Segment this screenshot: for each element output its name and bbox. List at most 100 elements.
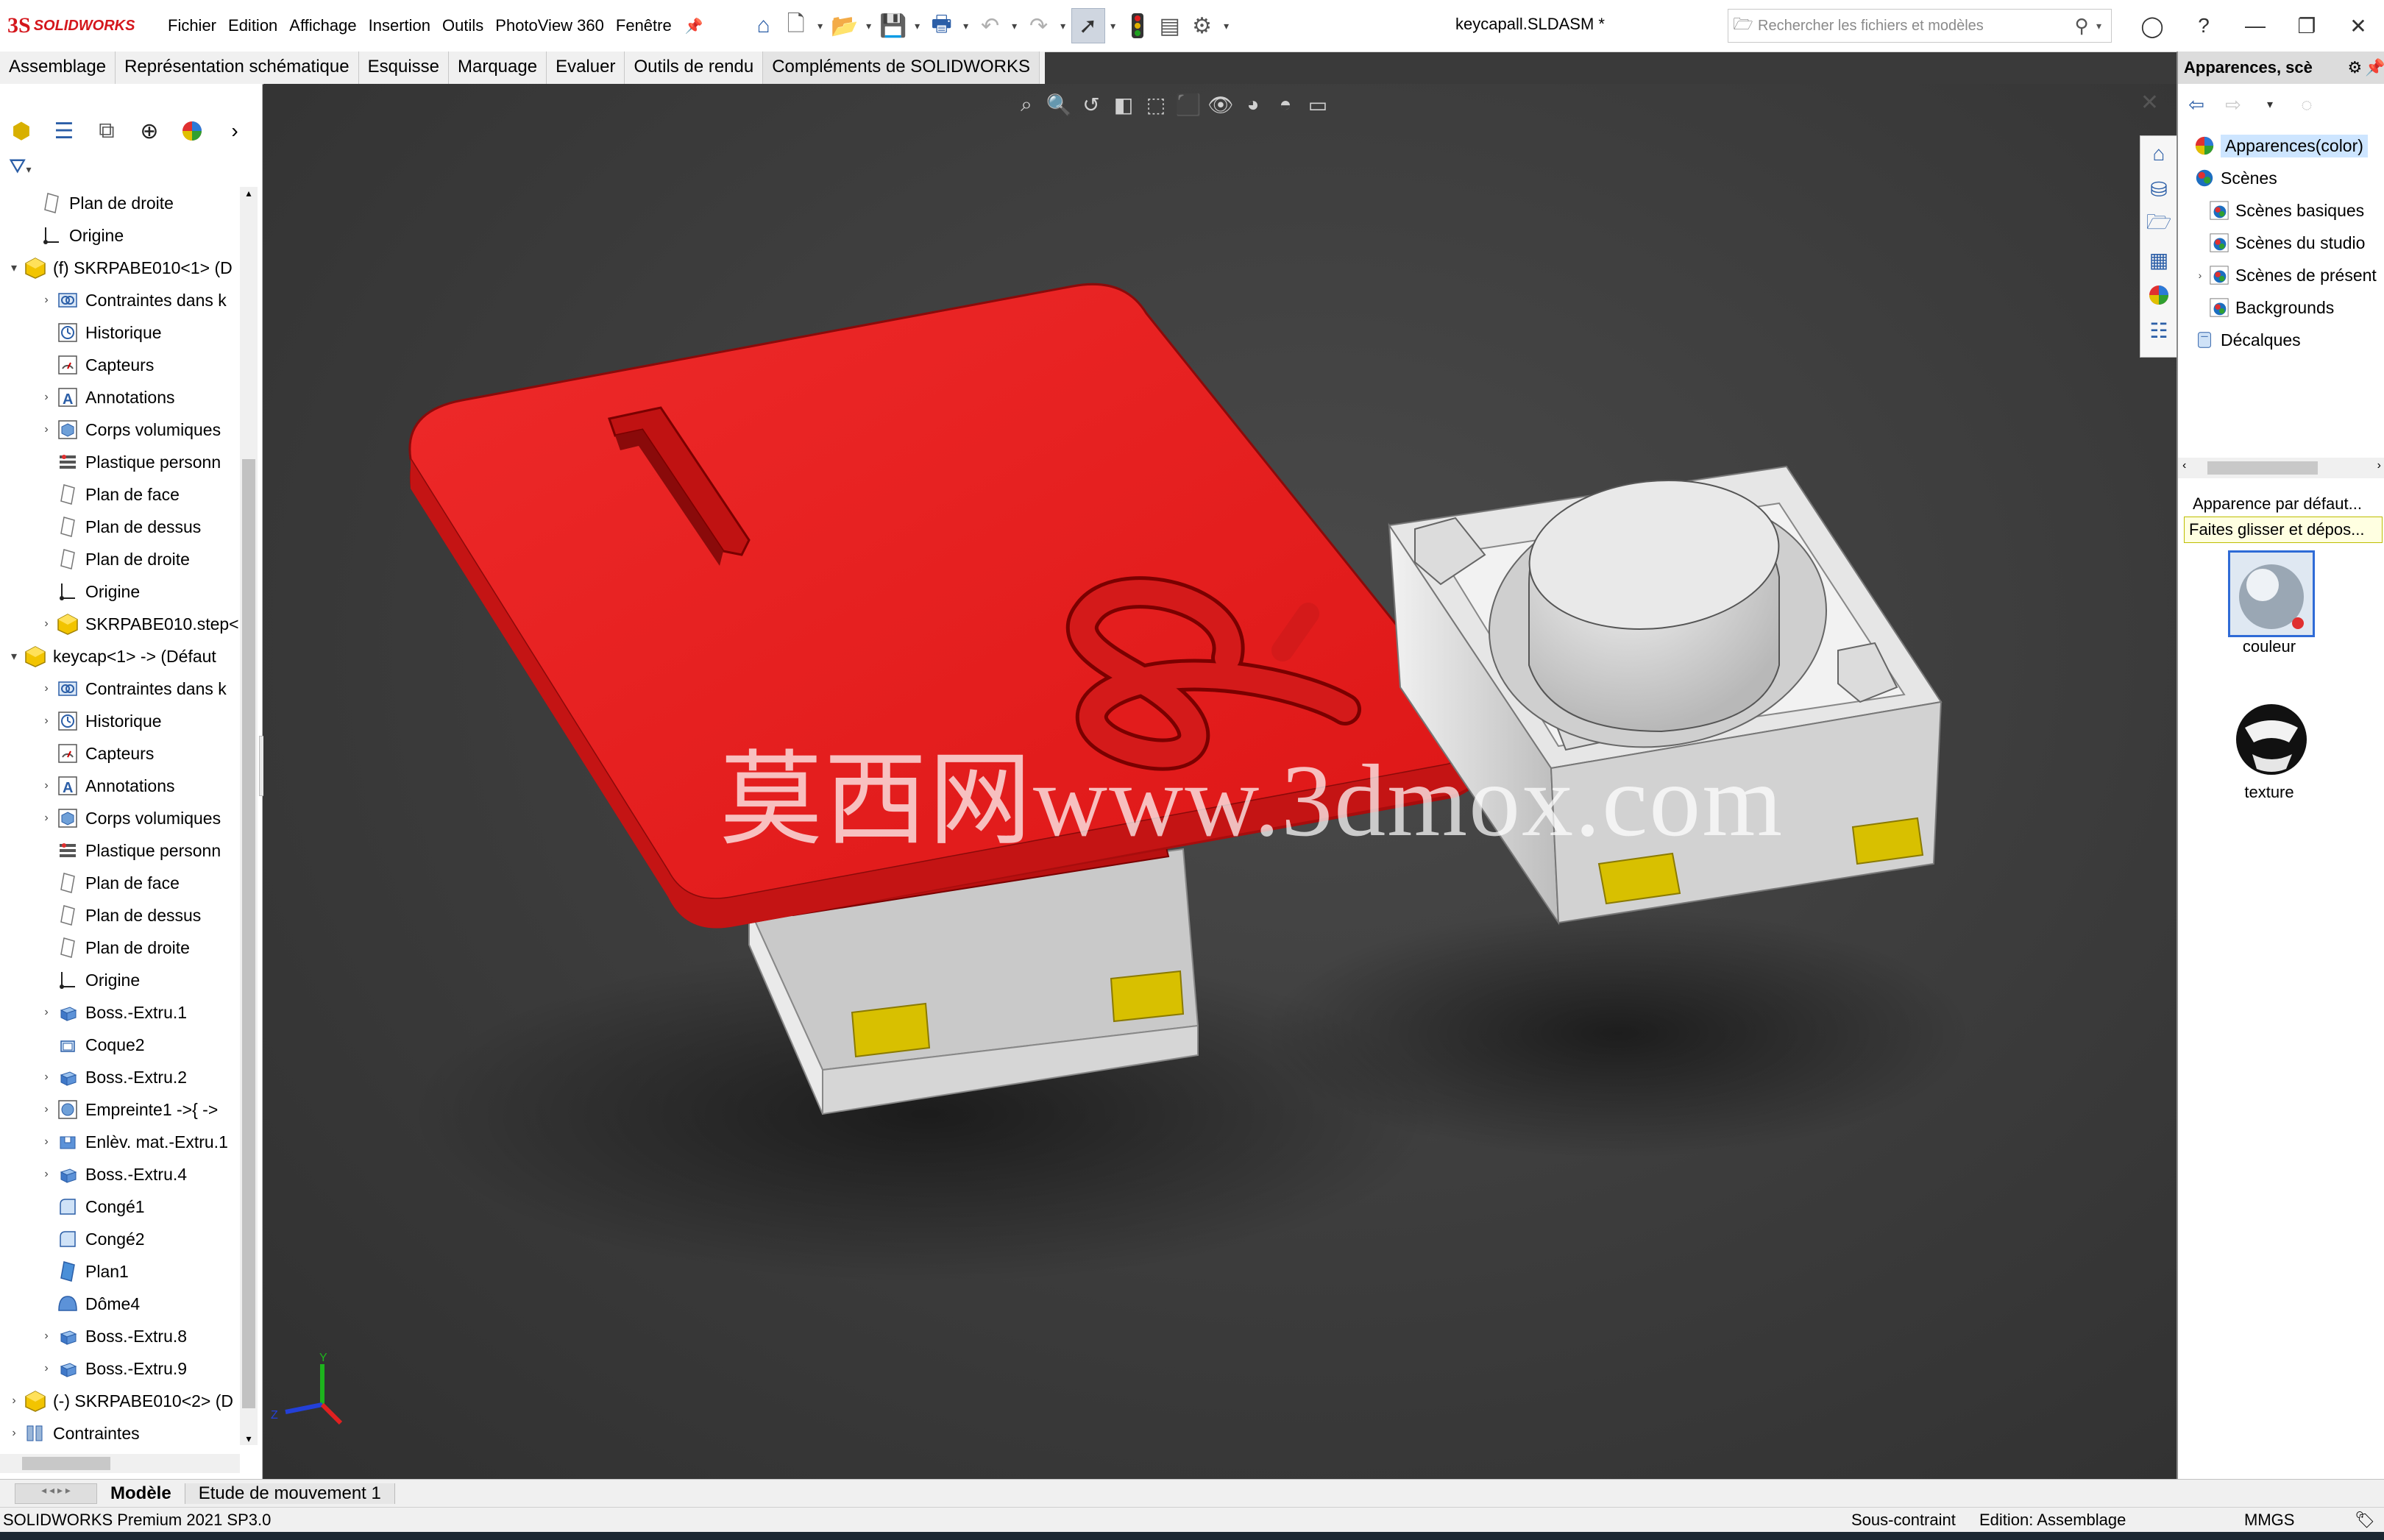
menu-fichier[interactable]: Fichier [162, 16, 222, 35]
open-dropdown-icon[interactable]: ▾ [861, 9, 877, 43]
more-tabs-chevron-icon[interactable]: › [213, 113, 256, 149]
display-style-icon[interactable]: ⬛ [1172, 88, 1205, 121]
tree-node[interactable]: ▾ (f) SKRPABE010<1> (D [0, 252, 240, 284]
tree-vertical-scrollbar[interactable]: ▴ ▾ [240, 187, 258, 1445]
hscroll-right-icon[interactable]: › [2377, 459, 2381, 472]
tree-horizontal-scrollbar[interactable] [0, 1454, 240, 1473]
menu-insertion[interactable]: Insertion [363, 16, 436, 35]
tree-node[interactable]: Plan de dessus [0, 899, 240, 932]
hscroll-left-icon[interactable]: ‹ [2182, 459, 2186, 472]
tree-expand-toggle-icon[interactable]: › [38, 714, 54, 728]
appearances-hscroll-thumb[interactable] [2207, 461, 2318, 475]
tab-marquage[interactable]: Marquage [449, 52, 547, 84]
tree-node[interactable]: › Boss.-Extru.4 [0, 1158, 240, 1191]
tree-node[interactable]: Coque2 [0, 1029, 240, 1061]
zoom-area-icon[interactable]: 🔍 [1043, 88, 1075, 121]
search-input[interactable]: Rechercher les fichiers et modèles [1758, 18, 2067, 35]
undo-dropdown-icon[interactable]: ▾ [1007, 9, 1023, 43]
menu-affichage[interactable]: Affichage [283, 16, 362, 35]
menu-edition[interactable]: Edition [222, 16, 283, 35]
menu-outils[interactable]: Outils [436, 16, 489, 35]
tree-expand-toggle-icon[interactable]: ▾ [6, 649, 22, 664]
tree-node[interactable]: Origine [0, 219, 240, 252]
tree-node[interactable]: › A Annotations [0, 381, 240, 414]
undo-icon[interactable]: ↶ [974, 9, 1007, 43]
file-properties-icon[interactable]: ▤ [1154, 9, 1186, 43]
tree-expand-toggle-icon[interactable]: › [38, 391, 54, 404]
tree-expand-toggle-icon[interactable]: › [38, 779, 54, 792]
tree-node[interactable]: › Corps volumiques [0, 802, 240, 834]
redo-dropdown-icon[interactable]: ▾ [1055, 9, 1071, 43]
hide-show-items-icon[interactable]: 👁 [1205, 88, 1237, 121]
task-pane-pin-icon[interactable]: 📌 [2365, 58, 2384, 77]
tree-node[interactable]: › SKRPABE010.step< [0, 608, 240, 640]
forward-arrow-icon[interactable]: ⇨ [2215, 93, 2252, 116]
view-orientation-icon[interactable]: ⬚ [1140, 88, 1172, 121]
tree-node[interactable]: Plan de dessus [0, 511, 240, 543]
tree-expand-toggle-icon[interactable]: › [38, 1135, 54, 1149]
open-icon[interactable]: 📂 [829, 9, 861, 43]
tree-expand-toggle-icon[interactable]: › [38, 1168, 54, 1181]
tree-expand-toggle-icon[interactable]: › [38, 812, 54, 825]
tab-assemblage[interactable]: Assemblage [0, 52, 116, 84]
tree-node[interactable]: › A Annotations [0, 770, 240, 802]
menu-photoview[interactable]: PhotoView 360 [489, 16, 610, 35]
apply-scene-icon[interactable]: ◓ [1269, 88, 1302, 121]
tab-outils-de-rendu[interactable]: Outils de rendu [625, 52, 764, 84]
appearance-tree-node[interactable]: Scènes basiques [2178, 194, 2384, 227]
custom-properties-icon[interactable]: ☷ [2140, 313, 2177, 348]
select-dropdown-icon[interactable]: ▾ [1105, 9, 1121, 43]
tree-node[interactable]: Plan de droite [0, 187, 240, 219]
tree-expand-toggle-icon[interactable]: › [38, 294, 54, 307]
tab-representation-schematique[interactable]: Représentation schématique [116, 52, 359, 84]
tree-node[interactable]: › Empreinte1 ->{ -> [0, 1093, 240, 1126]
tree-expand-toggle-icon[interactable]: › [38, 1362, 54, 1375]
appearances-icon[interactable] [2140, 277, 2177, 313]
tree-node[interactable]: Plan1 [0, 1255, 240, 1288]
home-icon[interactable]: ⌂ [748, 9, 780, 43]
section-view-icon[interactable]: ◧ [1107, 88, 1140, 121]
tree-node[interactable]: Congé1 [0, 1191, 240, 1223]
new-document-icon[interactable]: 🗋 [780, 9, 812, 43]
tree-node[interactable]: Plan de face [0, 867, 240, 899]
tree-node[interactable]: Dôme4 [0, 1288, 240, 1320]
tree-node[interactable]: › Historique [0, 705, 240, 737]
tree-node[interactable]: Plastique personn [0, 446, 240, 478]
new-dropdown-icon[interactable]: ▾ [812, 9, 829, 43]
tree-node[interactable]: Plastique personn [0, 834, 240, 867]
view-settings-icon[interactable]: ▭ [1302, 88, 1334, 121]
tree-node[interactable]: › Contraintes [0, 1417, 240, 1449]
refresh-icon[interactable]: ◌ [2288, 93, 2325, 116]
tree-node[interactable]: Congé2 [0, 1223, 240, 1255]
featuremanager-tab-icon[interactable]: ⬢ [0, 113, 43, 149]
tree-expand-toggle-icon[interactable]: › [38, 1330, 54, 1343]
user-account-icon[interactable]: ◯ [2126, 14, 2178, 38]
rebuild-traffic-light-icon[interactable] [1121, 9, 1154, 43]
tree-node[interactable]: › Contraintes dans k [0, 673, 240, 705]
filter-icon[interactable]: ⛛▾ [9, 155, 32, 179]
tree-expand-toggle-icon[interactable]: ▾ [6, 260, 22, 275]
nav-dropdown-icon[interactable]: ▾ [2252, 97, 2288, 112]
search-dropdown-icon[interactable]: ▾ [2096, 20, 2111, 32]
view-palette-icon[interactable]: ▦ [2140, 242, 2177, 277]
search-icon[interactable]: ⚲ [2067, 15, 2096, 38]
file-explorer-icon[interactable]: 🗁 [2140, 207, 2177, 242]
configurationmanager-tab-icon[interactable]: ⧉ [85, 113, 128, 149]
task-pane-options-icon[interactable]: ⚙ [2344, 58, 2365, 77]
redo-icon[interactable]: ↷ [1023, 9, 1055, 43]
tree-node[interactable]: Origine [0, 964, 240, 996]
solidworks-resources-icon[interactable]: ⌂ [2140, 136, 2177, 171]
tree-node[interactable]: Plan de droite [0, 932, 240, 964]
appearances-hscrollbar[interactable]: ‹ › [2178, 458, 2384, 478]
scroll-thumb[interactable] [242, 459, 255, 1408]
edit-appearance-icon[interactable]: ◕ [1237, 88, 1269, 121]
tree-node[interactable]: Origine [0, 575, 240, 608]
design-library-icon[interactable]: ⛁ [2140, 171, 2177, 207]
zoom-to-fit-icon[interactable]: ⌕ [1010, 88, 1043, 121]
tree-node[interactable]: › Boss.-Extru.1 [0, 996, 240, 1029]
scroll-up-icon[interactable]: ▴ [240, 187, 258, 199]
propertymanager-tab-icon[interactable]: ☰ [43, 113, 85, 149]
options-dropdown-icon[interactable]: ▾ [1218, 9, 1235, 43]
tree-expand-toggle-icon[interactable]: › [38, 1071, 54, 1084]
tree-node[interactable]: Plan de droite [0, 543, 240, 575]
